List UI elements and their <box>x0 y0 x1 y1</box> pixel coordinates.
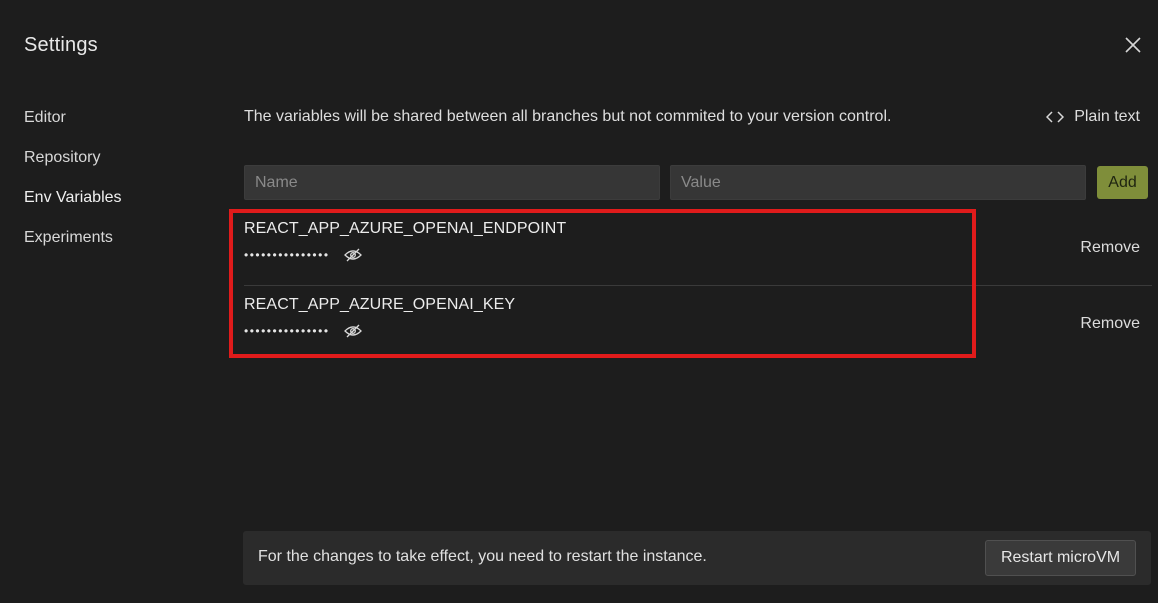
env-variable-masked-value: ••••••••••••••• <box>244 324 330 338</box>
close-button[interactable] <box>1122 34 1144 56</box>
remove-button[interactable]: Remove <box>1080 315 1140 333</box>
sidebar-item-repository[interactable]: Repository <box>24 147 204 187</box>
name-input[interactable] <box>244 165 660 200</box>
sidebar-item-env-variables[interactable]: Env Variables <box>24 187 204 227</box>
env-variable-name: REACT_APP_AZURE_OPENAI_KEY <box>244 296 516 313</box>
settings-sidebar: Editor Repository Env Variables Experime… <box>24 107 204 267</box>
restart-microvm-button[interactable]: Restart microVM <box>985 540 1136 576</box>
env-variable-row: REACT_APP_AZURE_OPENAI_ENDPOINT ••••••••… <box>244 220 1152 286</box>
restart-notice-bar: For the changes to take effect, you need… <box>243 531 1151 585</box>
env-variable-masked-value: ••••••••••••••• <box>244 248 330 262</box>
eye-off-icon <box>343 324 362 338</box>
env-variable-row: REACT_APP_AZURE_OPENAI_KEY •••••••••••••… <box>244 296 1152 356</box>
close-icon <box>1125 37 1141 53</box>
code-brackets-icon <box>1046 111 1065 123</box>
value-input[interactable] <box>670 165 1086 200</box>
toggle-visibility-button[interactable] <box>343 324 362 338</box>
env-description: The variables will be shared between all… <box>244 108 892 125</box>
restart-notice-text: For the changes to take effect, you need… <box>258 548 707 565</box>
toggle-visibility-button[interactable] <box>343 248 362 262</box>
remove-button[interactable]: Remove <box>1080 239 1140 257</box>
add-button[interactable]: Add <box>1097 166 1148 199</box>
sidebar-item-experiments[interactable]: Experiments <box>24 227 204 267</box>
plain-text-label: Plain text <box>1074 108 1140 125</box>
sidebar-item-editor[interactable]: Editor <box>24 107 204 147</box>
plain-text-toggle[interactable]: Plain text <box>1046 108 1140 126</box>
dialog-title: Settings <box>24 34 98 56</box>
eye-off-icon <box>343 248 362 262</box>
settings-dialog: Settings Editor Repository Env Variables… <box>0 0 1158 603</box>
env-variable-name: REACT_APP_AZURE_OPENAI_ENDPOINT <box>244 220 567 237</box>
